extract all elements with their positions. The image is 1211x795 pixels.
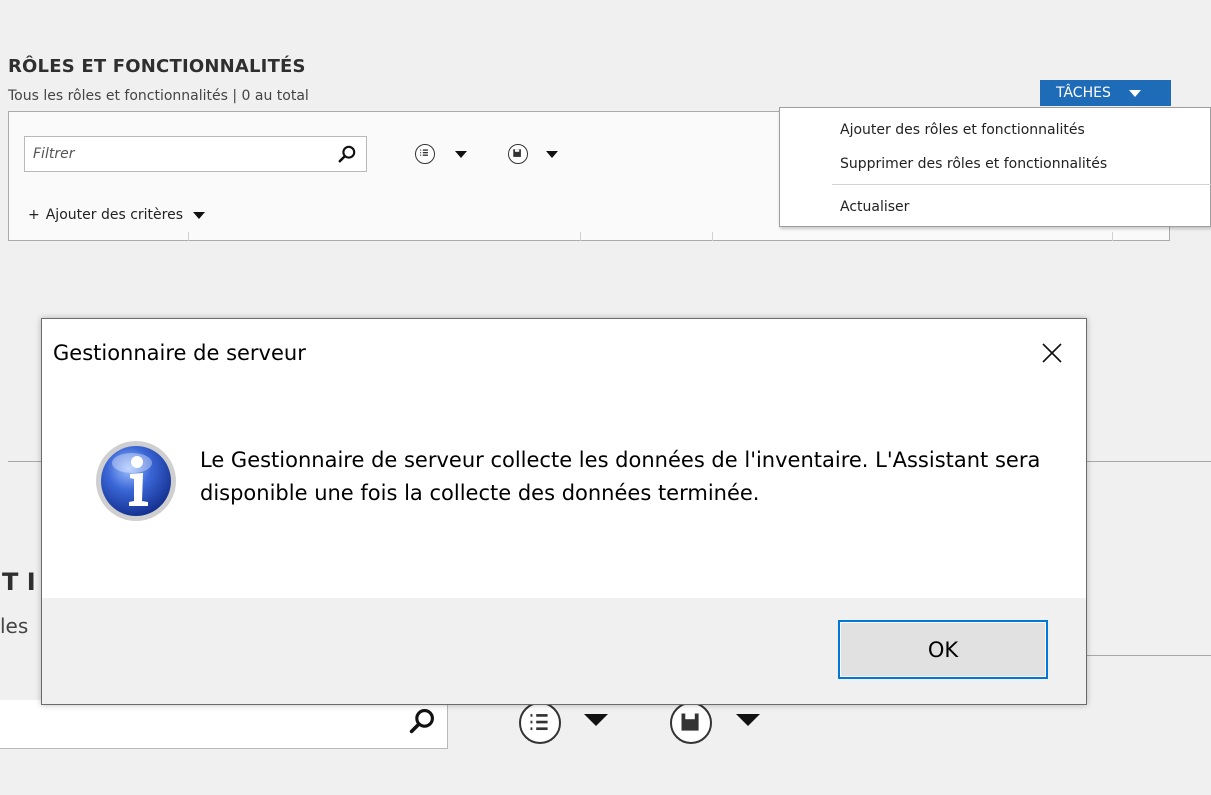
tasks-button-label: TÂCHES (1056, 85, 1111, 101)
information-icon (96, 441, 176, 521)
message-dialog: Gestionnaire de serveur Le Gestionnaire … (41, 318, 1087, 705)
add-criteria-button[interactable]: + Ajouter des critères (28, 207, 205, 223)
dialog-title: Gestionnaire de serveur (53, 341, 306, 365)
filter-input[interactable] (25, 137, 315, 171)
ok-button[interactable]: OK (838, 620, 1048, 679)
list-view-icon[interactable] (519, 702, 561, 744)
menu-item-add-roles[interactable]: Ajouter des rôles et fonctionnalités (840, 122, 1085, 138)
tasks-button[interactable]: TÂCHES (1040, 80, 1171, 106)
add-criteria-label: Ajouter des critères (45, 207, 183, 223)
background-subtitle-fragment: les (0, 614, 29, 638)
save-icon[interactable] (670, 702, 712, 744)
menu-item-remove-roles[interactable]: Supprimer des rôles et fonctionnalités (840, 156, 1107, 172)
filter-field[interactable] (24, 136, 367, 172)
save-icon[interactable] (508, 144, 528, 164)
filter-field-background[interactable] (0, 700, 448, 749)
roles-features-subtitle: Tous les rôles et fonctionnalités | 0 au… (8, 88, 309, 104)
list-view-icon[interactable] (415, 144, 435, 164)
chevron-down-icon (193, 211, 205, 219)
divider (1087, 461, 1211, 462)
divider (1087, 655, 1211, 656)
chevron-down-icon[interactable] (546, 151, 558, 158)
tasks-menu: Ajouter des rôles et fonctionnalités Sup… (779, 107, 1211, 227)
menu-item-refresh[interactable]: Actualiser (840, 199, 909, 215)
search-icon[interactable] (409, 708, 435, 734)
chevron-down-icon[interactable] (584, 714, 608, 726)
close-icon[interactable] (1038, 339, 1066, 367)
menu-separator (832, 184, 1211, 185)
chevron-down-icon[interactable] (736, 714, 760, 726)
divider (8, 461, 42, 462)
plus-icon: + (28, 207, 40, 223)
search-icon[interactable] (338, 145, 356, 163)
background-heading-fragment: T I (2, 568, 36, 596)
chevron-down-icon (1128, 89, 1141, 97)
roles-features-title: RÔLES ET FONCTIONNALITÉS (8, 56, 306, 77)
chevron-down-icon[interactable] (455, 151, 467, 158)
dialog-message: Le Gestionnaire de serveur collecte les … (200, 448, 1041, 505)
